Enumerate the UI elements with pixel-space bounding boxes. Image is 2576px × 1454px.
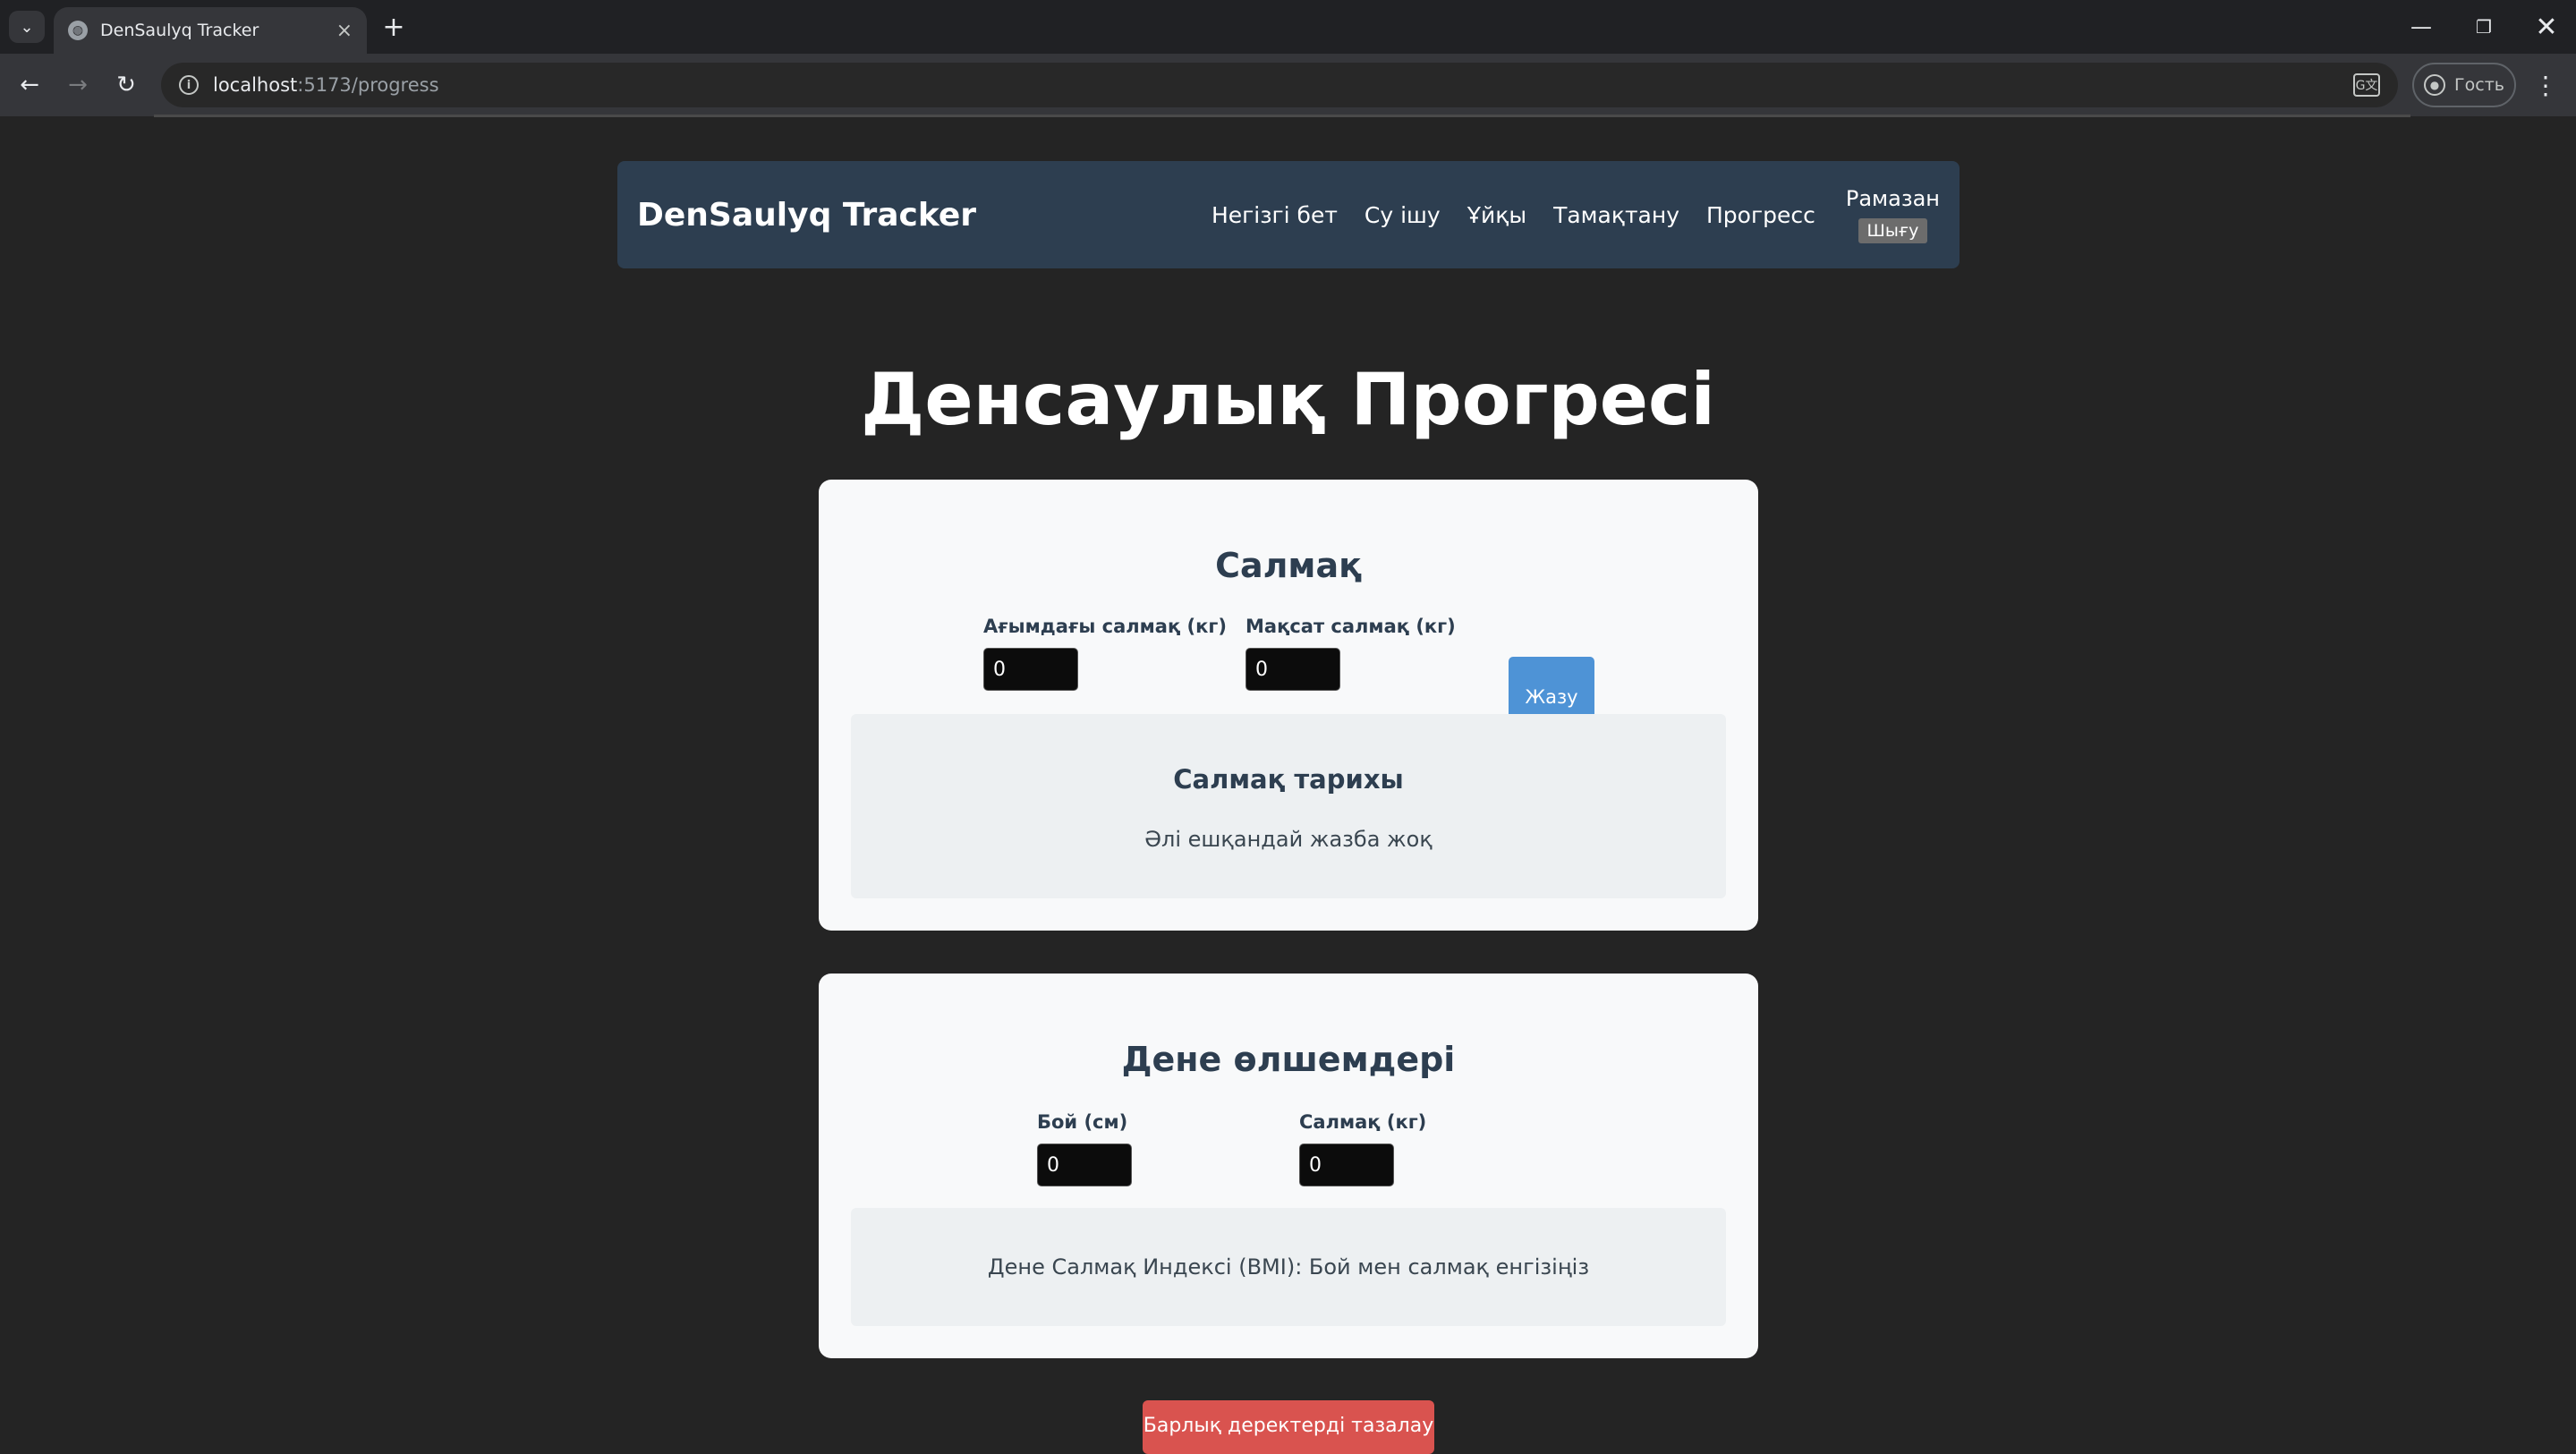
nav-link-home[interactable]: Негізгі бет [1211, 202, 1338, 228]
more-menu-icon[interactable]: ⋮ [2532, 66, 2559, 104]
nav-link-nutrition[interactable]: Тамақтану [1553, 202, 1679, 228]
profile-button[interactable]: ● Гость [2412, 63, 2516, 107]
nav-link-sleep[interactable]: Ұйқы [1467, 202, 1526, 228]
site-info-icon[interactable]: i [179, 75, 199, 95]
new-tab-plus-icon[interactable]: + [378, 11, 410, 43]
restore-icon[interactable]: ❐ [2457, 9, 2511, 45]
nav-link-water[interactable]: Су ішу [1365, 202, 1441, 228]
close-tab-icon[interactable]: × [336, 20, 353, 42]
weight-history-empty-text: Әлі ешқандай жазба жоқ [1144, 827, 1433, 852]
profile-label: Гость [2454, 75, 2504, 95]
body-weight-input[interactable]: 0 [1299, 1144, 1394, 1186]
body-weight-label: Салмақ (кг) [1299, 1111, 1427, 1133]
height-input[interactable]: 0 [1037, 1144, 1132, 1186]
height-label: Бой (см) [1037, 1111, 1128, 1133]
height-field: Бой (см) 0 [1037, 1111, 1132, 1186]
current-weight-label: Ағымдағы салмақ (кг) [983, 616, 1227, 637]
browser-tab[interactable]: ◍ DenSaulyq Tracker × [54, 7, 367, 54]
back-arrow-icon[interactable]: ← [11, 66, 48, 104]
reload-icon[interactable]: ↻ [107, 66, 145, 104]
nav-link-progress[interactable]: Прогресс [1706, 202, 1815, 228]
logout-button[interactable]: Шығу [1858, 218, 1928, 243]
globe-icon: ◍ [68, 21, 88, 40]
current-weight-field: Ағымдағы салмақ (кг) 0 [983, 616, 1227, 691]
body-measurements-card: Дене өлшемдері Бой (см) 0 Салмақ (кг) 0 … [819, 974, 1758, 1358]
clear-data-button[interactable]: Барлық деректерді тазалау [1143, 1400, 1434, 1454]
target-weight-label: Мақсат салмақ (кг) [1245, 616, 1456, 637]
minimize-icon[interactable]: — [2394, 9, 2448, 45]
target-weight-field: Мақсат салмақ (кг) 0 [1245, 616, 1456, 691]
loading-bar [154, 115, 2410, 117]
weight-card: Салмақ Ағымдағы салмақ (кг) 0 Мақсат сал… [819, 480, 1758, 931]
browser-tabbar: ⌄ ◍ DenSaulyq Tracker × + — ❐ ✕ [0, 0, 2576, 54]
url-text[interactable]: localhost:5173/progress [213, 74, 2339, 96]
address-bar[interactable]: i localhost:5173/progress G文 [161, 63, 2398, 107]
close-window-icon[interactable]: ✕ [2520, 9, 2573, 45]
current-weight-input[interactable]: 0 [983, 648, 1078, 691]
body-card-title: Дене өлшемдері [1121, 1040, 1456, 1079]
tab-search-chevron-icon[interactable]: ⌄ [9, 11, 45, 43]
user-box: Рамазан Шығу [1846, 186, 1940, 243]
browser-toolbar: ← → ↻ i localhost:5173/progress G文 ● Гос… [0, 54, 2576, 116]
weight-history-title: Салмақ тарихы [1173, 764, 1404, 795]
page-title: Денсаулық Прогресі [861, 358, 1715, 441]
target-weight-input[interactable]: 0 [1245, 648, 1340, 691]
user-name: Рамазан [1845, 186, 1940, 211]
body-weight-field: Салмақ (кг) 0 [1299, 1111, 1426, 1186]
app-navbar: DenSaulyq Tracker Негізгі бет Су ішу Ұйқ… [617, 161, 1960, 268]
weight-card-title: Салмақ [1215, 546, 1362, 585]
weight-history-panel: Салмақ тарихы Әлі ешқандай жазба жоқ [851, 714, 1726, 898]
translate-icon[interactable]: G文 [2353, 73, 2380, 97]
tab-title: DenSaulyq Tracker [100, 21, 259, 40]
forward-arrow-icon[interactable]: → [59, 66, 97, 104]
nav-links: Негізгі бет Су ішу Ұйқы Тамақтану Прогре… [1211, 186, 1940, 243]
bmi-panel: Дене Салмақ Индексі (BMI): Бой мен салма… [851, 1208, 1726, 1326]
brand-logo[interactable]: DenSaulyq Tracker [637, 197, 1211, 234]
person-icon: ● [2424, 74, 2446, 96]
bmi-text: Дене Салмақ Индексі (BMI): Бой мен салма… [987, 1254, 1590, 1280]
